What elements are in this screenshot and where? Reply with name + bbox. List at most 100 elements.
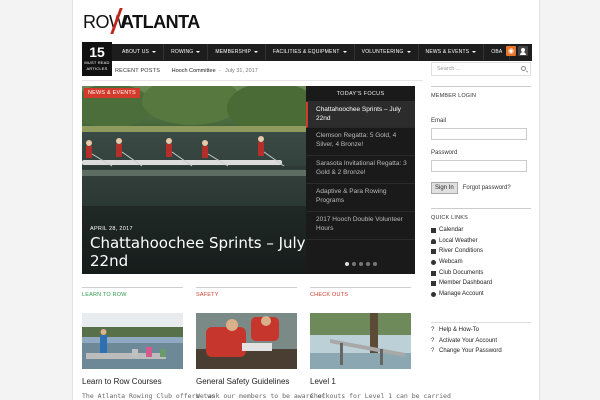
quick-link-calendar[interactable]: Calendar (431, 225, 531, 236)
slider-dot[interactable] (352, 262, 356, 266)
help-link[interactable]: ? Activate Your Account (431, 336, 531, 347)
nav-item-label: OBA (491, 49, 503, 55)
nav-item-about-us[interactable]: ABOUT US (115, 44, 165, 60)
help-links-widget: ? Help & How-To ? Activate Your Account ? C… (431, 322, 531, 357)
search-input[interactable]: Search ... (431, 62, 531, 76)
article-category[interactable]: SAFETY (196, 292, 297, 298)
quick-link-label: Local Weather (439, 237, 478, 244)
logo-part-atlanta: ATLANTA (121, 12, 200, 32)
article-category[interactable]: LEARN TO ROW (82, 292, 183, 298)
sign-in-button[interactable]: Sign In (431, 182, 458, 194)
slider-dot[interactable] (366, 262, 370, 266)
site-logo[interactable]: ROW ATLANTA (83, 8, 200, 36)
nav-item-label: ROWING (171, 49, 194, 55)
quick-link-documents[interactable]: Club Documents (431, 268, 531, 279)
page-container: ROW ATLANTA 15 MUST READ ARTICLES ABOUT … (72, 0, 540, 400)
todays-focus-panel: TODAY'S FOCUS Chattahoochee Sprints – Ju… (306, 86, 415, 274)
focus-item[interactable]: 2017 Hooch Double Volunteer Hours (306, 212, 415, 240)
must-read-box[interactable]: 15 MUST READ ARTICLES (82, 42, 112, 76)
quick-link-label: Manage Account (439, 291, 484, 298)
caret-down-icon (472, 50, 477, 53)
nav-menu: ABOUT US ROWING MEMBERSHIP FACILITIES & … (115, 44, 511, 60)
help-link-label: Activate Your Account (439, 337, 498, 344)
nav-item-label: ABOUT US (122, 49, 150, 55)
help-link-label: Change Your Password (439, 348, 502, 355)
quick-link-label: Calendar (439, 227, 464, 233)
article-thumbnail[interactable] (196, 313, 297, 369)
must-read-label: MUST READ ARTICLES (84, 60, 110, 71)
article-title[interactable]: Level 1 (310, 377, 336, 386)
category-badge[interactable]: NEWS & EVENTS (84, 88, 140, 98)
quick-link-river[interactable]: River Conditions (431, 246, 531, 257)
focus-item[interactable]: Clemson Regatta: 5 Gold, 4 Silver, 4 Bro… (306, 128, 415, 156)
car-icon (431, 249, 436, 255)
quick-link-label: River Conditions (439, 248, 484, 255)
article-title[interactable]: General Safety Guidelines (196, 377, 289, 386)
calendar-icon (431, 228, 436, 233)
caret-down-icon (254, 50, 259, 53)
help-link[interactable]: ? Change Your Password (431, 346, 531, 357)
hero-slide[interactable]: NEWS & EVENTS APRIL 28, 2017 Chattahooch… (82, 86, 306, 274)
hero-title[interactable]: Chattahoochee Sprints – July 22nd (90, 234, 306, 270)
quick-link-label: Member Dashboard (439, 280, 493, 287)
article-thumbnail[interactable] (310, 313, 411, 369)
article-card-safety: SAFETY General Safety Guidelines We ask … (196, 287, 325, 400)
quick-link-label: Webcam (439, 259, 463, 266)
slider-pagination (345, 262, 377, 266)
nav-item-volunteering[interactable]: VOLUNTEERING (355, 44, 419, 60)
article-category[interactable]: CHECK OUTS (310, 292, 411, 298)
nav-item-label: NEWS & EVENTS (425, 49, 470, 55)
quick-link-webcam[interactable]: Webcam (431, 257, 531, 268)
divider (196, 287, 297, 288)
forgot-password-link[interactable]: Forgot password? (463, 185, 511, 191)
article-thumbnail[interactable] (82, 313, 183, 369)
divider (310, 287, 411, 288)
featured-slider: NEWS & EVENTS APRIL 28, 2017 Chattahooch… (82, 86, 415, 274)
dashboard-icon (431, 281, 436, 287)
nav-item-rowing[interactable]: ROWING (164, 44, 209, 60)
slider-dot[interactable] (345, 262, 349, 266)
member-login-widget: MEMBER LOGIN Email Password Sign In Forg… (431, 86, 531, 194)
search-placeholder: Search ... (437, 66, 461, 72)
widget-heading: QUICK LINKS (431, 208, 531, 221)
recent-posts-label: RECENT POSTS (115, 68, 161, 74)
focus-item[interactable]: Sarasota Invitational Regatta: 3 Gold & … (306, 156, 415, 184)
focus-heading: TODAY'S FOCUS (306, 86, 415, 102)
nav-item-facilities[interactable]: FACILITIES & EQUIPMENT (266, 44, 355, 60)
article-title[interactable]: Learn to Row Courses (82, 377, 162, 386)
nav-item-news-events[interactable]: NEWS & EVENTS (419, 44, 485, 60)
user-icon[interactable] (518, 46, 528, 56)
caret-down-icon (152, 50, 157, 53)
email-label: Email (431, 118, 447, 124)
recent-post-date: July 31, 2017 (225, 68, 258, 74)
slider-dot[interactable] (359, 262, 363, 266)
camera-icon (431, 260, 436, 266)
must-read-count: 15 (89, 44, 105, 60)
quick-link-account[interactable]: Manage Account (431, 289, 531, 300)
help-link[interactable]: ? Help & How-To (431, 325, 531, 336)
quick-link-weather[interactable]: Local Weather (431, 236, 531, 247)
nav-item-membership[interactable]: MEMBERSHIP (208, 44, 267, 60)
password-label: Password (431, 150, 458, 156)
gear-icon (431, 292, 436, 298)
widget-heading: MEMBER LOGIN (431, 86, 531, 99)
nav-item-label: VOLUNTEERING (361, 49, 404, 55)
quick-link-label: Club Documents (439, 269, 484, 276)
question-icon: ? (431, 337, 435, 344)
divider (82, 287, 183, 288)
question-icon: ? (431, 327, 435, 333)
email-field[interactable] (431, 128, 527, 140)
rss-icon[interactable]: ◉ (506, 46, 516, 56)
nav-item-label: FACILITIES & EQUIPMENT (273, 49, 340, 55)
question-icon: ? (431, 348, 435, 355)
article-excerpt: Checkouts for Level 1 can be carried (310, 392, 451, 400)
quick-link-dashboard[interactable]: Member Dashboard (431, 278, 531, 289)
caret-down-icon (406, 50, 411, 53)
password-field[interactable] (431, 160, 527, 172)
focus-item[interactable]: Adaptive & Para Rowing Programs (306, 184, 415, 212)
focus-item[interactable]: Chattahoochee Sprints – July 22nd (306, 102, 415, 128)
search-icon[interactable] (521, 66, 526, 71)
caret-down-icon (196, 50, 201, 53)
slider-dot[interactable] (373, 262, 377, 266)
recent-post-link[interactable]: Hooch Committee (172, 68, 216, 74)
